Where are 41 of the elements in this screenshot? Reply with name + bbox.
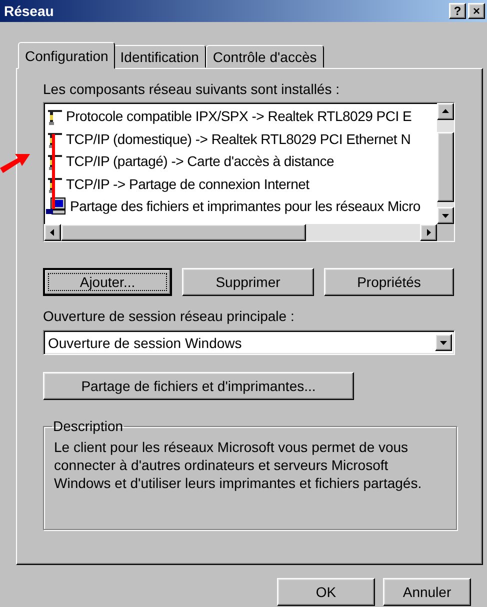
- scroll-thumb[interactable]: [437, 132, 454, 202]
- action-button[interactable]: Propriétés: [324, 268, 454, 296]
- window-title: Réseau: [4, 3, 54, 19]
- up-arrow-icon: [442, 108, 449, 115]
- close-button[interactable]: ×: [468, 3, 485, 19]
- list-item[interactable]: Protocole compatible IPX/SPX -> Realtek RTL8029 PCI E: [66, 108, 412, 124]
- list-item[interactable]: TCP/IP (domestique) -> Realtek RTL8029 PCI Ethernet N: [66, 130, 411, 147]
- scroll-left-button[interactable]: [44, 224, 61, 241]
- description-text: Le client pour les réseaux Microsoft vous permet de vous connecter à d'autres ordinateurs et serveurs Microsoft Windows et d'utiliser leurs imprimantes et fichiers partagés.: [54, 438, 423, 492]
- action-button[interactable]: Ajouter...: [43, 268, 172, 296]
- sharing-button[interactable]: Partage de fichiers et d'imprimantes...: [43, 372, 354, 400]
- dropdown-value: Ouverture de session Windows: [48, 334, 242, 350]
- scroll-right-button[interactable]: [420, 224, 437, 241]
- action-button[interactable]: Supprimer: [182, 268, 314, 296]
- list-label: Les composants réseau suivants sont installés :: [43, 81, 340, 97]
- tab[interactable]: Configuration: [18, 42, 116, 69]
- list-item[interactable]: TCP/IP (partagé) -> Carte d'accès à distance: [66, 153, 334, 170]
- right-arrow-icon: [425, 229, 432, 236]
- tab[interactable]: Identification: [113, 45, 206, 68]
- scroll-thumb[interactable]: [61, 224, 306, 241]
- help-button[interactable]: ?: [449, 3, 466, 19]
- scroll-up-button[interactable]: [437, 103, 454, 120]
- ok-button[interactable]: OK: [277, 578, 375, 606]
- left-arrow-icon: [49, 229, 56, 236]
- vertical-scrollbar[interactable]: [437, 103, 454, 224]
- logon-dropdown[interactable]: Ouverture de session Windows: [43, 330, 455, 355]
- down-arrow-icon: [440, 339, 447, 346]
- horizontal-scrollbar[interactable]: [44, 224, 437, 241]
- scrollbar-corner: [437, 224, 454, 241]
- logon-label: Ouverture de session réseau principale :: [43, 308, 296, 324]
- annotation-arrow-icon: [0, 152, 30, 174]
- group-title: Description: [52, 418, 124, 434]
- scroll-down-button[interactable]: [437, 207, 454, 224]
- down-arrow-icon: [442, 212, 449, 219]
- components-list[interactable]: [43, 102, 455, 242]
- list-item[interactable]: TCP/IP -> Partage de connexion Internet: [66, 176, 310, 192]
- network-cable-icon: [46, 107, 64, 126]
- cancel-button[interactable]: Annuler: [383, 578, 471, 606]
- dropdown-button[interactable]: [435, 334, 452, 351]
- list-item[interactable]: Partage des fichiers et imprimantes pour les réseaux Micro: [70, 198, 420, 214]
- tab[interactable]: Contrôle d'accès: [206, 45, 324, 68]
